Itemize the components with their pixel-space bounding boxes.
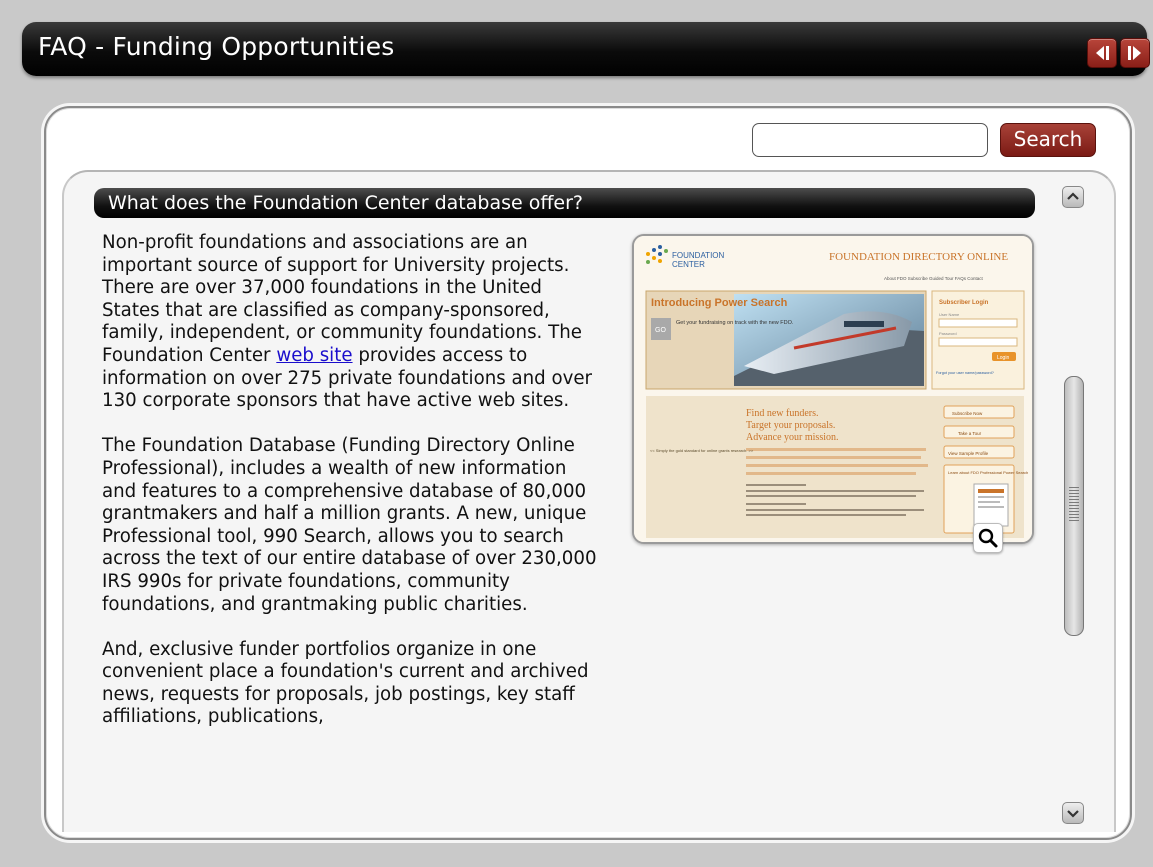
chevron-up-icon bbox=[1067, 192, 1079, 200]
screenshot-login-title: Subscriber Login bbox=[939, 300, 989, 306]
screenshot-hero-title: Introducing Power Search bbox=[651, 297, 788, 309]
scroll-thumb[interactable] bbox=[1064, 376, 1084, 636]
screenshot-promo-2: Target your proposals. bbox=[746, 420, 835, 431]
grip-line bbox=[1069, 490, 1079, 491]
website-screenshot-image: FOUNDATION CENTER FOUNDATION DIRECTORY O… bbox=[634, 236, 1032, 542]
grip-line bbox=[1069, 505, 1079, 506]
grip-line bbox=[1069, 496, 1079, 497]
answer-paragraph-2: The Foundation Database (Funding Directo… bbox=[102, 435, 597, 615]
previous-page-icon bbox=[1096, 46, 1109, 60]
screenshot-quote: << Simply the gold standard for online g… bbox=[650, 448, 754, 453]
screenshot-go-label: GO bbox=[655, 327, 666, 334]
grip-line bbox=[1069, 517, 1079, 518]
scroll-rail[interactable] bbox=[1062, 210, 1084, 798]
screenshot-learn-text: Learn about FDO Professional Power Searc… bbox=[948, 470, 1028, 475]
screenshot-hero-tagline: Get your fundraising on track with the n… bbox=[676, 320, 794, 326]
zoom-button[interactable] bbox=[973, 523, 1003, 553]
vertical-scrollbar[interactable] bbox=[1062, 186, 1084, 826]
next-page-icon bbox=[1128, 46, 1141, 60]
grip-line bbox=[1069, 487, 1079, 488]
grip-line bbox=[1069, 520, 1079, 521]
answer-paragraph-3: And, exclusive funder portfolios organiz… bbox=[102, 638, 589, 728]
answer-paragraph-1: Non-profit foundations and associations … bbox=[102, 232, 602, 413]
screenshot-nav-links: About FDO Subscribe Guided Tour FAQs Con… bbox=[884, 276, 983, 281]
screenshot-logo-text: FOUNDATION bbox=[672, 251, 725, 260]
chevron-down-icon bbox=[1067, 810, 1079, 818]
next-page-button[interactable] bbox=[1120, 38, 1150, 68]
screenshot-btn-subscribe: Subscribe Now bbox=[952, 411, 983, 416]
grip-line bbox=[1069, 502, 1079, 503]
scroll-down-button[interactable] bbox=[1062, 802, 1084, 824]
search-button[interactable]: Search bbox=[1000, 123, 1096, 157]
foundation-directory-screenshot[interactable]: FOUNDATION CENTER FOUNDATION DIRECTORY O… bbox=[632, 234, 1034, 544]
grip-line bbox=[1069, 499, 1079, 500]
web-site-link[interactable]: web site bbox=[276, 345, 352, 366]
faq-content-area: What does the Foundation Center database… bbox=[62, 170, 1116, 832]
main-panel: Search What does the Foundation Center d… bbox=[44, 106, 1132, 840]
screenshot-btn-sample: View Sample Profile bbox=[948, 451, 989, 456]
screenshot-login-button: Login bbox=[997, 355, 1009, 361]
magnifier-icon bbox=[978, 528, 998, 548]
grip-line bbox=[1069, 508, 1079, 509]
answer-text: Non-profit foundations and associations … bbox=[102, 232, 602, 752]
scroll-up-button[interactable] bbox=[1062, 186, 1084, 208]
screenshot-btn-tour: Take a Tour bbox=[958, 431, 982, 436]
screenshot-promo-3: Advance your mission. bbox=[746, 432, 839, 443]
previous-page-button[interactable] bbox=[1087, 38, 1117, 68]
grip-line bbox=[1069, 514, 1079, 515]
title-bar: FAQ - Funding Opportunities bbox=[22, 22, 1150, 76]
grip-line bbox=[1069, 511, 1079, 512]
grip-line bbox=[1069, 493, 1079, 494]
screenshot-logo-text-2: CENTER bbox=[672, 260, 705, 269]
screenshot-login-forgot: Forgot your user name/password? bbox=[936, 371, 994, 375]
screenshot-site-title: FOUNDATION DIRECTORY ONLINE bbox=[829, 251, 1008, 263]
page-title: FAQ - Funding Opportunities bbox=[38, 32, 395, 61]
screenshot-login-pass: Password bbox=[939, 331, 957, 336]
search-input[interactable] bbox=[752, 123, 988, 157]
screenshot-promo-1: Find new funders. bbox=[746, 408, 819, 419]
question-header: What does the Foundation Center database… bbox=[94, 188, 1035, 218]
screenshot-login-user: User Name bbox=[939, 312, 960, 317]
